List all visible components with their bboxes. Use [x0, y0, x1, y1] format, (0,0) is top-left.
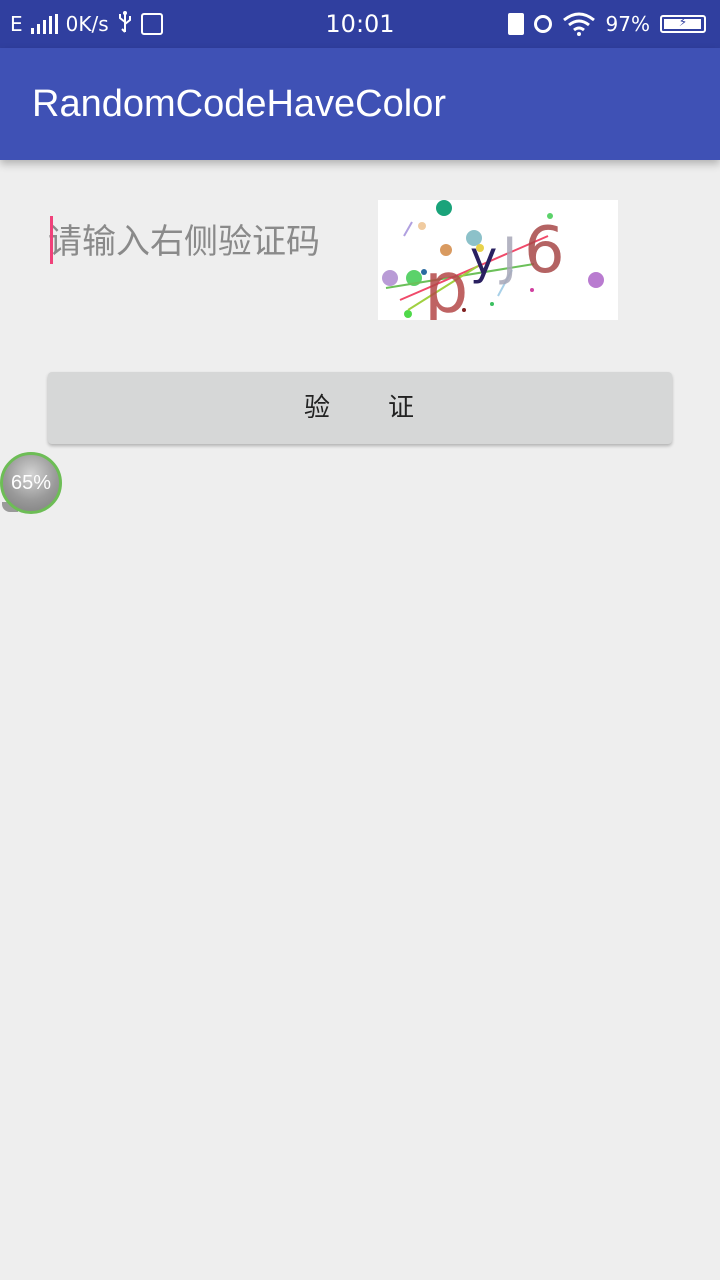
app-title: RandomCodeHaveColor: [32, 83, 446, 125]
battery-icon: ⚡: [660, 15, 706, 33]
bolt-icon: ⚡: [678, 15, 688, 29]
app-bar: RandomCodeHaveColor: [0, 48, 720, 160]
captcha-char-1: p: [424, 247, 468, 320]
captcha-graphic: p y J 6: [382, 200, 604, 320]
verify-button[interactable]: 验 证: [48, 372, 672, 444]
status-right: 97% ⚡: [507, 0, 706, 48]
floating-widget[interactable]: 65%: [0, 452, 62, 514]
status-bar: E 0K/s 10:01 97% ⚡: [0, 0, 720, 48]
text-cursor: [50, 216, 53, 264]
captcha-image[interactable]: p y J 6: [378, 200, 618, 320]
captcha-char-2: y: [470, 231, 497, 285]
captcha-char-4: 6: [524, 214, 565, 288]
code-input[interactable]: 请输入右侧验证码: [48, 200, 348, 284]
battery-percent: 97%: [605, 12, 650, 36]
code-input-placeholder: 请输入右侧验证码: [48, 222, 320, 262]
alarm-icon: [533, 15, 552, 33]
charging-icon: [507, 13, 524, 35]
wifi-icon: [562, 12, 596, 36]
captcha-char-3: J: [499, 227, 517, 287]
